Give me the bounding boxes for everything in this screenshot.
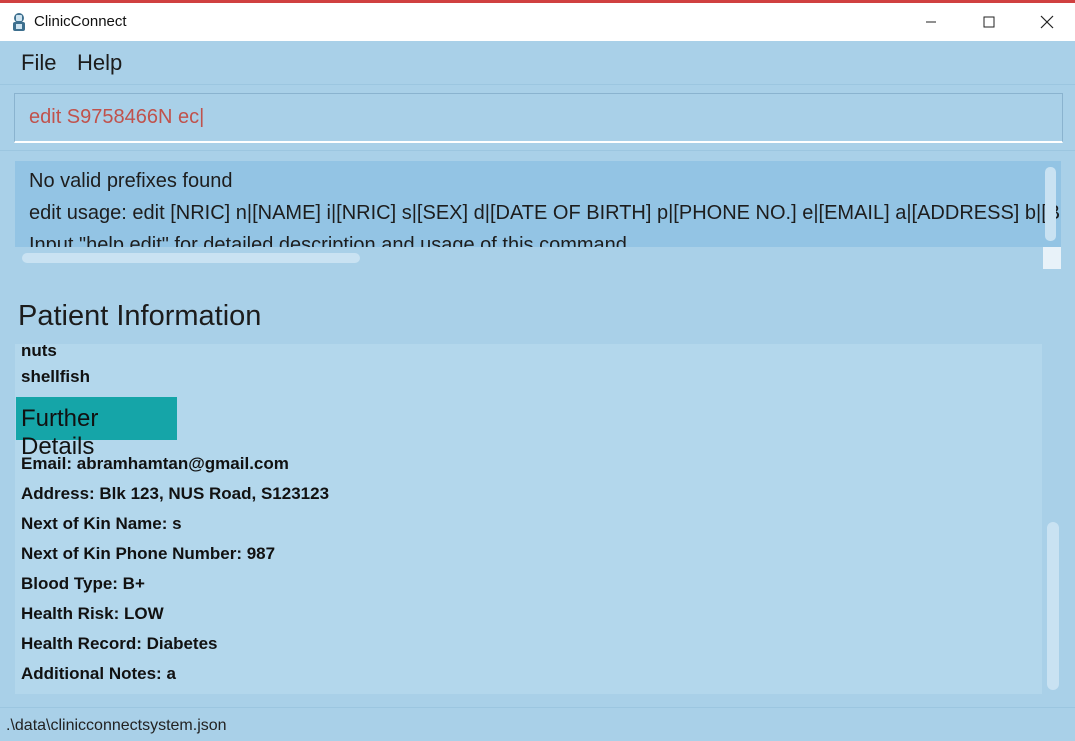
- detail-blood-type: Blood Type: B+: [21, 574, 145, 593]
- result-display: No valid prefixes found edit usage: edit…: [15, 161, 1061, 269]
- scrollbar-corner: [1043, 247, 1061, 269]
- patient-panel-scrollbar-thumb[interactable]: [1047, 522, 1059, 690]
- command-input[interactable]: [14, 93, 1063, 143]
- window-title: ClinicConnect: [34, 13, 127, 30]
- patient-information-heading: Patient Information: [18, 300, 262, 332]
- patient-information-section: Patient Information nuts shellfish Furth…: [0, 287, 1075, 707]
- maximize-icon: [983, 16, 995, 28]
- horizontal-scrollbar[interactable]: [15, 247, 1043, 269]
- vertical-scrollbar-thumb[interactable]: [1045, 167, 1056, 241]
- minimize-icon: [926, 21, 936, 23]
- patient-panel-scrollbar[interactable]: [1043, 344, 1063, 694]
- close-icon: [1040, 15, 1054, 29]
- minimize-button[interactable]: [902, 3, 960, 41]
- detail-health-risk: Health Risk: LOW: [21, 604, 164, 623]
- menu-file[interactable]: File: [21, 50, 56, 76]
- detail-next-of-kin-phone: Next of Kin Phone Number: 987: [21, 544, 276, 563]
- patient-details-panel: nuts shellfish Further Details Email: ab…: [15, 344, 1042, 694]
- detail-additional-notes: Additional Notes: a: [21, 664, 176, 683]
- menu-bar: File Help: [0, 41, 1075, 85]
- maximize-button[interactable]: [960, 3, 1018, 41]
- title-bar: ClinicConnect: [0, 0, 1075, 41]
- close-button[interactable]: [1018, 3, 1075, 41]
- allergy-item: nuts: [21, 344, 57, 360]
- app-icon: [13, 13, 25, 31]
- result-line: No valid prefixes found: [29, 170, 233, 192]
- menu-help[interactable]: Help: [77, 50, 122, 76]
- command-box-container: [0, 86, 1075, 150]
- result-display-container: No valid prefixes found edit usage: edit…: [0, 150, 1075, 274]
- allergy-item: shellfish: [21, 367, 90, 386]
- detail-next-of-kin-name: Next of Kin Name: s: [21, 514, 182, 533]
- detail-address: Address: Blk 123, NUS Road, S123123: [21, 484, 330, 503]
- status-bar: .\data\clinicconnectsystem.json: [0, 707, 1075, 741]
- detail-health-record: Health Record: Diabetes: [21, 634, 218, 653]
- further-details-header: Further Details: [16, 397, 177, 460]
- horizontal-scrollbar-thumb[interactable]: [22, 253, 360, 263]
- data-file-path: .\data\clinicconnectsystem.json: [6, 717, 227, 734]
- result-line: edit usage: edit [NRIC] n|[NAME] i|[NRIC…: [29, 202, 1061, 224]
- detail-email: Email: abramhamtan@gmail.com: [21, 454, 289, 473]
